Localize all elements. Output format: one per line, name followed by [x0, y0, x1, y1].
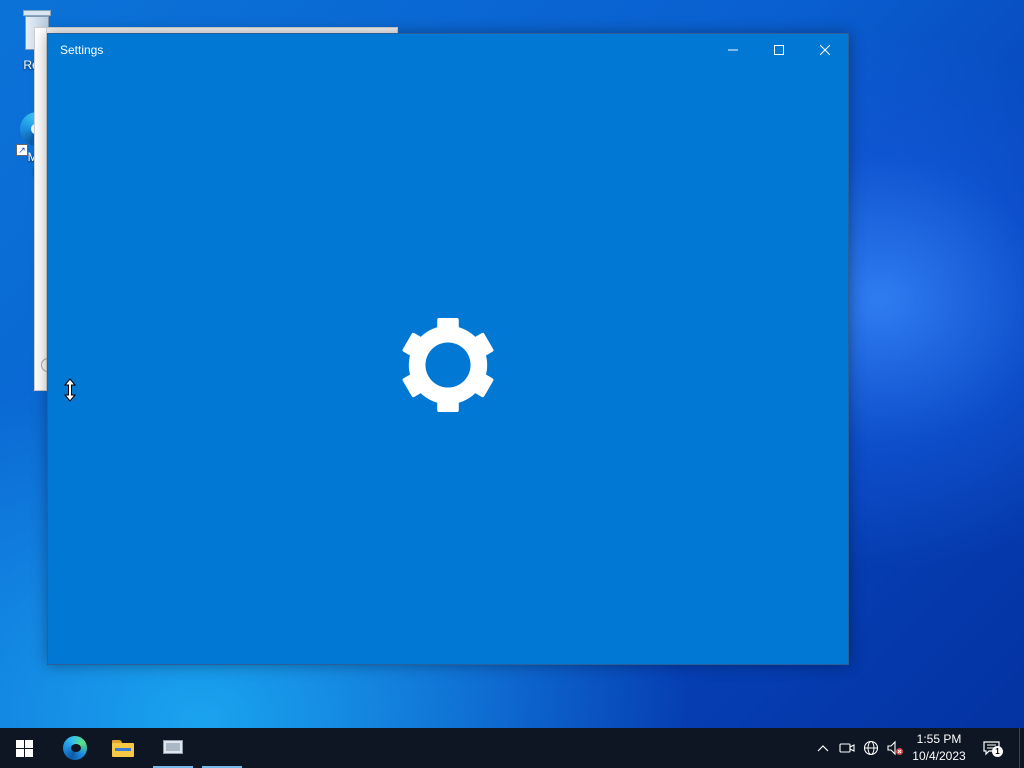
action-center-button[interactable]: 1 — [980, 728, 1004, 768]
start-button[interactable] — [0, 728, 48, 768]
background-window-edge — [35, 28, 47, 390]
taskbar[interactable]: 1:55 PM 10/4/2023 1 — [0, 728, 1024, 768]
maximize-icon — [774, 45, 784, 55]
gear-icon — [402, 317, 494, 413]
camera-icon — [839, 743, 855, 753]
windows-logo-icon — [15, 739, 33, 757]
edge-icon — [63, 736, 87, 760]
notification-count-badge: 1 — [992, 746, 1003, 757]
globe-network-icon — [863, 740, 879, 756]
clock-time: 1:55 PM — [916, 732, 962, 746]
taskbar-server-manager-button[interactable] — [149, 728, 197, 768]
volume-button[interactable] — [884, 728, 906, 768]
window-title: Settings — [60, 43, 104, 57]
settings-window[interactable]: Settings — [47, 33, 849, 665]
meet-now-button[interactable] — [836, 728, 858, 768]
server-manager-icon — [161, 738, 185, 758]
settings-titlebar[interactable]: Settings — [48, 34, 848, 66]
clock-date: 10/4/2023 — [912, 749, 966, 763]
chevron-up-icon — [817, 745, 829, 752]
taskbar-edge-button[interactable] — [51, 728, 99, 768]
maximize-button[interactable] — [756, 34, 802, 66]
minimize-icon — [728, 49, 738, 51]
show-desktop-button[interactable] — [1019, 728, 1024, 768]
resize-vertical-cursor-icon — [64, 378, 76, 402]
shortcut-arrow-icon: ↗ — [16, 144, 28, 156]
folder-icon — [112, 739, 134, 757]
close-icon — [820, 45, 830, 55]
close-button[interactable] — [802, 34, 848, 66]
minimize-button[interactable] — [710, 34, 756, 66]
clock[interactable]: 1:55 PM 10/4/2023 — [908, 728, 970, 768]
volume-muted-icon — [887, 740, 903, 756]
show-hidden-icons-button[interactable] — [812, 728, 834, 768]
network-button[interactable] — [860, 728, 882, 768]
taskbar-file-explorer-button[interactable] — [99, 728, 147, 768]
desktop[interactable]: Recy ↗ Mic E Settings — [0, 0, 1024, 768]
